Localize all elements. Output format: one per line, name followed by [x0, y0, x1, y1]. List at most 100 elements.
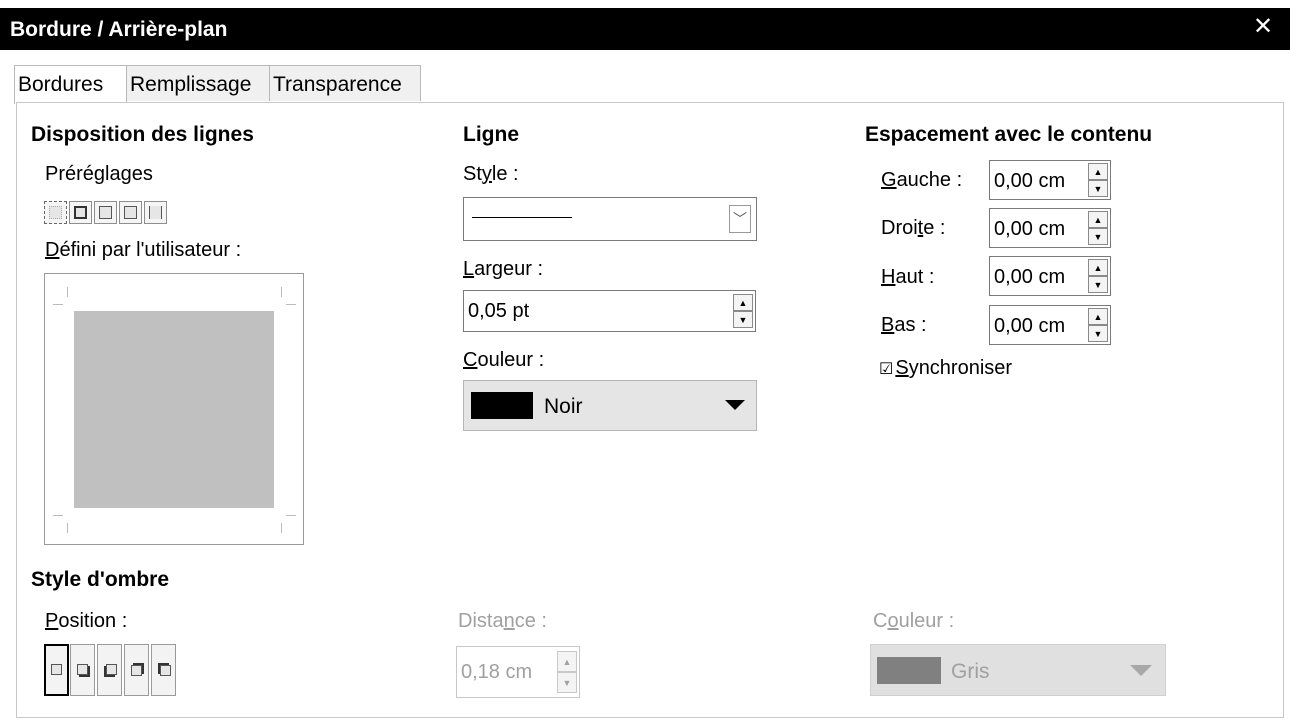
- padding-bottom-label-rest: as :: [894, 314, 927, 336]
- border-preview-content: [74, 311, 274, 508]
- spin-up-icon[interactable]: ▲: [557, 651, 577, 672]
- spin-up-icon[interactable]: ▲: [1088, 259, 1108, 276]
- spin-up-icon[interactable]: ▲: [733, 294, 753, 311]
- preset-outer-all-icon: [124, 206, 137, 219]
- spin-down-icon[interactable]: ▼: [1088, 276, 1108, 293]
- line-width-spinner: ▲ ▼: [733, 294, 753, 328]
- window-title: Bordure / Arrière-plan: [10, 18, 228, 41]
- line-width-spinfield[interactable]: 0,05 pt ▲ ▼: [463, 290, 756, 332]
- user-defined-label-text: éfini par l'utilisateur :: [59, 239, 242, 261]
- line-color-mnemonic: C: [463, 349, 478, 371]
- shadow-heading: Style d'ombre: [31, 568, 170, 591]
- shadow-none-button[interactable]: [44, 644, 69, 696]
- tab-transparence[interactable]: Transparence: [269, 65, 421, 101]
- line-color-dropdown[interactable]: Noir: [463, 380, 757, 431]
- padding-bottom-label: Bas :: [881, 314, 927, 337]
- corner-mark: [286, 515, 296, 516]
- padding-bottom-spinner: ▲ ▼: [1088, 308, 1108, 342]
- spin-down-icon[interactable]: ▼: [1088, 325, 1108, 342]
- presets-bar: [44, 201, 176, 224]
- corner-mark: [67, 523, 68, 533]
- corner-mark: [281, 523, 282, 533]
- dropdown-arrow-icon: [1130, 665, 1152, 676]
- padding-left-spinner: ▲ ▼: [1088, 163, 1108, 197]
- preset-left-right-icon: [149, 206, 162, 219]
- padding-bottom-value: 0,00 cm: [994, 315, 1066, 337]
- shadow-top-right-icon: [131, 665, 142, 676]
- spin-down-icon[interactable]: ▼: [1088, 180, 1108, 197]
- sync-checkbox[interactable]: ☑ Synchroniser: [879, 357, 1012, 380]
- line-heading: Ligne: [463, 123, 519, 146]
- spin-up-icon[interactable]: ▲: [1088, 163, 1108, 180]
- sync-mnemonic: S: [895, 357, 909, 379]
- corner-mark: [281, 287, 282, 297]
- padding-bottom-spinfield[interactable]: 0,00 cm ▲ ▼: [989, 305, 1111, 345]
- shadow-position-bar: [44, 644, 176, 696]
- padding-right-spinfield[interactable]: 0,00 cm ▲ ▼: [989, 208, 1111, 248]
- preset-outer-all-button[interactable]: [119, 201, 142, 224]
- padding-left-spinfield[interactable]: 0,00 cm ▲ ▼: [989, 160, 1111, 200]
- shadow-bottom-left-button[interactable]: [97, 644, 122, 696]
- shadow-none-icon: [51, 664, 62, 675]
- close-icon[interactable]: ✕: [1253, 14, 1273, 40]
- shadow-distance-mnemonic: n: [503, 610, 515, 632]
- padding-bottom-mnemonic: B: [881, 314, 895, 336]
- title-bar: Bordure / Arrière-plan ✕: [0, 8, 1290, 50]
- preset-outer-horizontal-icon: [99, 206, 112, 219]
- shadow-color-label-part: C: [873, 610, 888, 632]
- border-preview-area[interactable]: [44, 273, 304, 545]
- shadow-distance-spinfield[interactable]: 0,18 cm ▲ ▼: [456, 646, 580, 698]
- checkbox-checked-icon: ☑: [879, 361, 894, 378]
- padding-right-label-part: Droi: [881, 217, 918, 239]
- line-style-dropdown[interactable]: ﹀: [463, 197, 757, 241]
- line-color-label: Couleur :: [463, 349, 544, 372]
- line-style-sample: [472, 217, 572, 218]
- padding-top-spinfield[interactable]: 0,00 cm ▲ ▼: [989, 256, 1111, 296]
- preset-none-icon: [49, 206, 62, 219]
- padding-top-spinner: ▲ ▼: [1088, 259, 1108, 293]
- style-label-part: St: [463, 163, 482, 185]
- spin-up-icon[interactable]: ▲: [1088, 211, 1108, 228]
- dropdown-arrow-icon: [725, 400, 745, 410]
- shadow-bottom-left-icon: [106, 664, 117, 675]
- corner-mark: [53, 515, 63, 516]
- shadow-top-right-button[interactable]: [124, 644, 149, 696]
- padding-right-spinner: ▲ ▼: [1088, 211, 1108, 245]
- style-label-rest: le :: [491, 163, 519, 185]
- padding-left-value: 0,00 cm: [994, 170, 1066, 192]
- shadow-distance-label-part: Dista: [458, 610, 504, 632]
- padding-top-value: 0,00 cm: [994, 266, 1066, 288]
- preset-none-button[interactable]: [44, 201, 67, 224]
- preset-outer-icon: [74, 206, 87, 219]
- padding-left-label: Gauche :: [881, 169, 962, 192]
- line-width-value: 0,05 pt: [468, 300, 530, 322]
- spin-down-icon[interactable]: ▼: [1088, 228, 1108, 245]
- padding-left-mnemonic: G: [881, 169, 897, 191]
- user-defined-mnemonic: D: [45, 239, 60, 261]
- padding-top-mnemonic: H: [881, 266, 896, 288]
- shadow-distance-label: Distance :: [458, 610, 547, 633]
- spin-down-icon[interactable]: ▼: [733, 311, 753, 328]
- shadow-position-label-rest: osition :: [58, 610, 128, 632]
- spin-up-icon[interactable]: ▲: [1088, 308, 1108, 325]
- shadow-bottom-right-icon: [77, 664, 88, 675]
- width-label-mnemonic: L: [463, 258, 475, 280]
- shadow-position-mnemonic: P: [45, 610, 59, 632]
- width-label: Largeur :: [463, 258, 543, 281]
- shadow-distance-value: 0,18 cm: [461, 661, 533, 683]
- shadow-color-label-rest: uleur :: [898, 610, 955, 632]
- preset-outer-button[interactable]: [69, 201, 92, 224]
- preset-outer-horizontal-button[interactable]: [94, 201, 117, 224]
- spin-down-icon[interactable]: ▼: [557, 672, 577, 693]
- shadow-top-left-button[interactable]: [151, 644, 176, 696]
- tab-remplissage[interactable]: Remplissage: [126, 65, 270, 101]
- tab-bordures[interactable]: Bordures: [14, 65, 127, 104]
- line-color-swatch: [471, 392, 533, 419]
- shadow-color-value: Gris: [951, 660, 990, 683]
- shadow-color-dropdown[interactable]: Gris: [870, 644, 1166, 696]
- chevron-down-icon[interactable]: ﹀: [729, 205, 751, 233]
- line-color-value: Noir: [544, 395, 583, 418]
- sync-label-rest: ynchroniser: [908, 357, 1013, 379]
- preset-left-right-button[interactable]: [144, 201, 167, 224]
- shadow-bottom-right-button[interactable]: [70, 644, 95, 696]
